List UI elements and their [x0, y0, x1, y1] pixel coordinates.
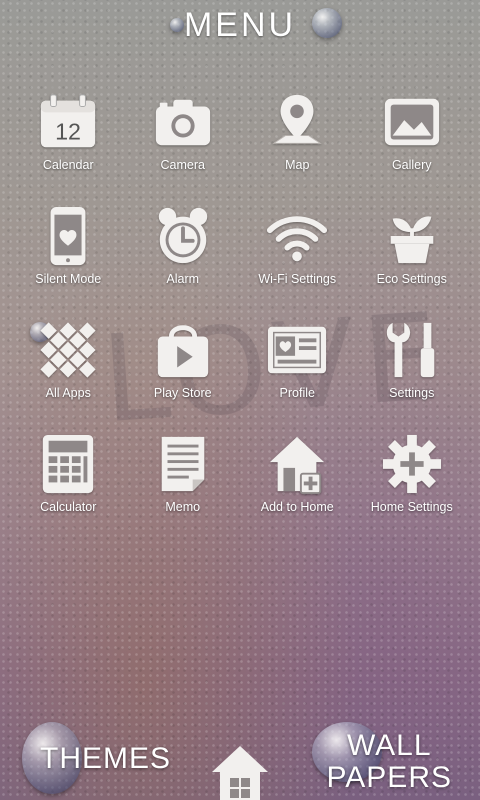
tools-icon [380, 318, 444, 382]
app-label: Silent Mode [35, 272, 102, 286]
app-grid: 12 Calendar Camera Map Gallery Silent Mo… [11, 90, 469, 546]
app-map[interactable]: Map [240, 90, 355, 204]
app-calculator[interactable]: Calculator [11, 432, 126, 546]
memo-icon [151, 432, 215, 496]
camera-icon [151, 90, 215, 154]
app-alarm[interactable]: Alarm [126, 204, 241, 318]
home-screen: LOVE MENU 12 Calendar [0, 0, 480, 800]
app-memo[interactable]: Memo [126, 432, 241, 546]
profile-card-icon [265, 318, 329, 382]
alarm-clock-icon [151, 204, 215, 268]
home-button[interactable] [210, 742, 270, 800]
app-profile[interactable]: Profile [240, 318, 355, 432]
app-label: Camera [160, 158, 205, 172]
calculator-icon [36, 432, 100, 496]
gear-icon [380, 432, 444, 496]
app-label: Profile [279, 386, 315, 400]
calendar-day: 12 [55, 118, 81, 144]
silent-mode-icon [36, 204, 100, 268]
home-icon [212, 746, 268, 800]
app-row: All Apps Play Store Profile Settings [11, 318, 469, 432]
menu-title: MENU [183, 6, 297, 44]
app-play-store[interactable]: Play Store [126, 318, 241, 432]
wallpapers-button[interactable]: WALL PAPERS [327, 730, 453, 794]
app-eco-settings[interactable]: Eco Settings [355, 204, 470, 318]
water-drop [170, 18, 184, 32]
app-label: Memo [165, 500, 201, 514]
app-home-settings[interactable]: Home Settings [355, 432, 470, 546]
map-pin-icon [265, 90, 329, 154]
app-gallery[interactable]: Gallery [355, 90, 470, 204]
app-camera[interactable]: Camera [126, 90, 241, 204]
app-row: Silent Mode Alarm Wi-Fi Settings Eco Set… [11, 204, 469, 318]
app-all-apps[interactable]: All Apps [11, 318, 126, 432]
app-label: Add to Home [260, 500, 334, 514]
app-row: 12 Calendar Camera Map Gallery [11, 90, 469, 204]
wallpapers-line2: PAPERS [326, 761, 452, 794]
app-label: Gallery [391, 158, 432, 172]
gallery-icon [380, 90, 444, 154]
water-drop [312, 8, 342, 38]
app-silent-mode[interactable]: Silent Mode [11, 204, 126, 318]
app-calendar[interactable]: 12 Calendar [11, 90, 126, 204]
themes-button[interactable]: THEMES [40, 742, 171, 776]
app-add-to-home[interactable]: Add to Home [240, 432, 355, 546]
app-label: Eco Settings [376, 272, 447, 286]
plant-pot-icon [380, 204, 444, 268]
app-label: Settings [389, 386, 435, 400]
app-settings[interactable]: Settings [355, 318, 470, 432]
app-label: Play Store [153, 386, 212, 400]
app-label: Map [285, 158, 310, 172]
wallpapers-line1: WALL [346, 729, 432, 762]
app-label: Calendar [42, 158, 94, 172]
add-to-home-icon [265, 432, 329, 496]
app-label: Calculator [40, 500, 97, 514]
app-label: Home Settings [370, 500, 453, 514]
app-row: Calculator Memo Add to Home Home Setting… [11, 432, 469, 546]
calendar-icon: 12 [36, 90, 100, 154]
play-store-icon [151, 318, 215, 382]
wifi-icon [265, 204, 329, 268]
app-label: All Apps [45, 386, 91, 400]
app-label: Wi-Fi Settings [258, 272, 337, 286]
all-apps-icon [36, 318, 100, 382]
app-wifi-settings[interactable]: Wi-Fi Settings [240, 204, 355, 318]
app-label: Alarm [166, 272, 200, 286]
